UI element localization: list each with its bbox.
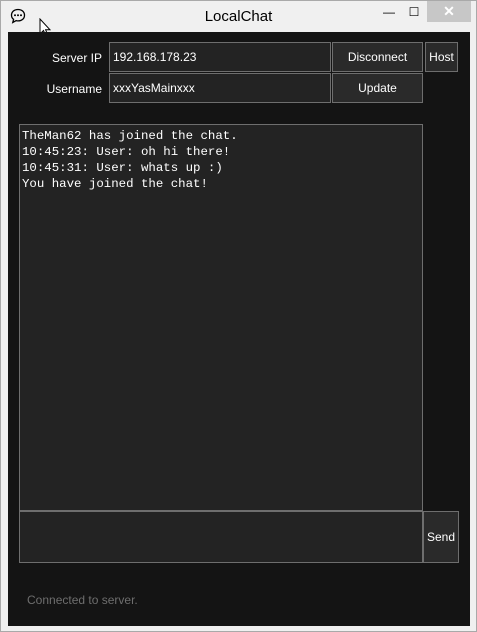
username-field[interactable]: xxxYasMainxxx	[109, 73, 331, 103]
title-bar[interactable]: LocalChat — ☐ ✕	[1, 1, 476, 38]
maximize-button[interactable]: ☐	[402, 1, 426, 22]
send-button[interactable]: Send	[423, 511, 459, 563]
server-ip-field[interactable]: 192.168.178.23	[109, 42, 331, 72]
chat-log[interactable]: TheMan62 has joined the chat. 10:45:23: …	[19, 124, 423, 511]
chat-message: 10:45:23: User: oh hi there!	[22, 145, 231, 159]
close-button[interactable]: ✕	[427, 1, 471, 22]
status-text: Connected to server.	[27, 593, 138, 607]
update-button[interactable]: Update	[332, 73, 423, 103]
host-button[interactable]: Host	[425, 42, 458, 72]
username-label: Username	[46, 82, 102, 96]
chat-message: 10:45:31: User: whats up :)	[22, 161, 223, 175]
message-input[interactable]	[19, 511, 423, 563]
server-ip-label: Server IP	[51, 51, 102, 65]
minimize-button[interactable]: —	[376, 1, 402, 22]
chat-message: You have joined the chat!	[22, 177, 208, 191]
disconnect-button[interactable]: Disconnect	[332, 42, 423, 72]
client-area: Server IP 192.168.178.23 Disconnect Host…	[8, 32, 470, 626]
chat-message: TheMan62 has joined the chat.	[22, 129, 238, 143]
localchat-window: LocalChat — ☐ ✕ Server IP 192.168.178.23…	[0, 0, 477, 632]
